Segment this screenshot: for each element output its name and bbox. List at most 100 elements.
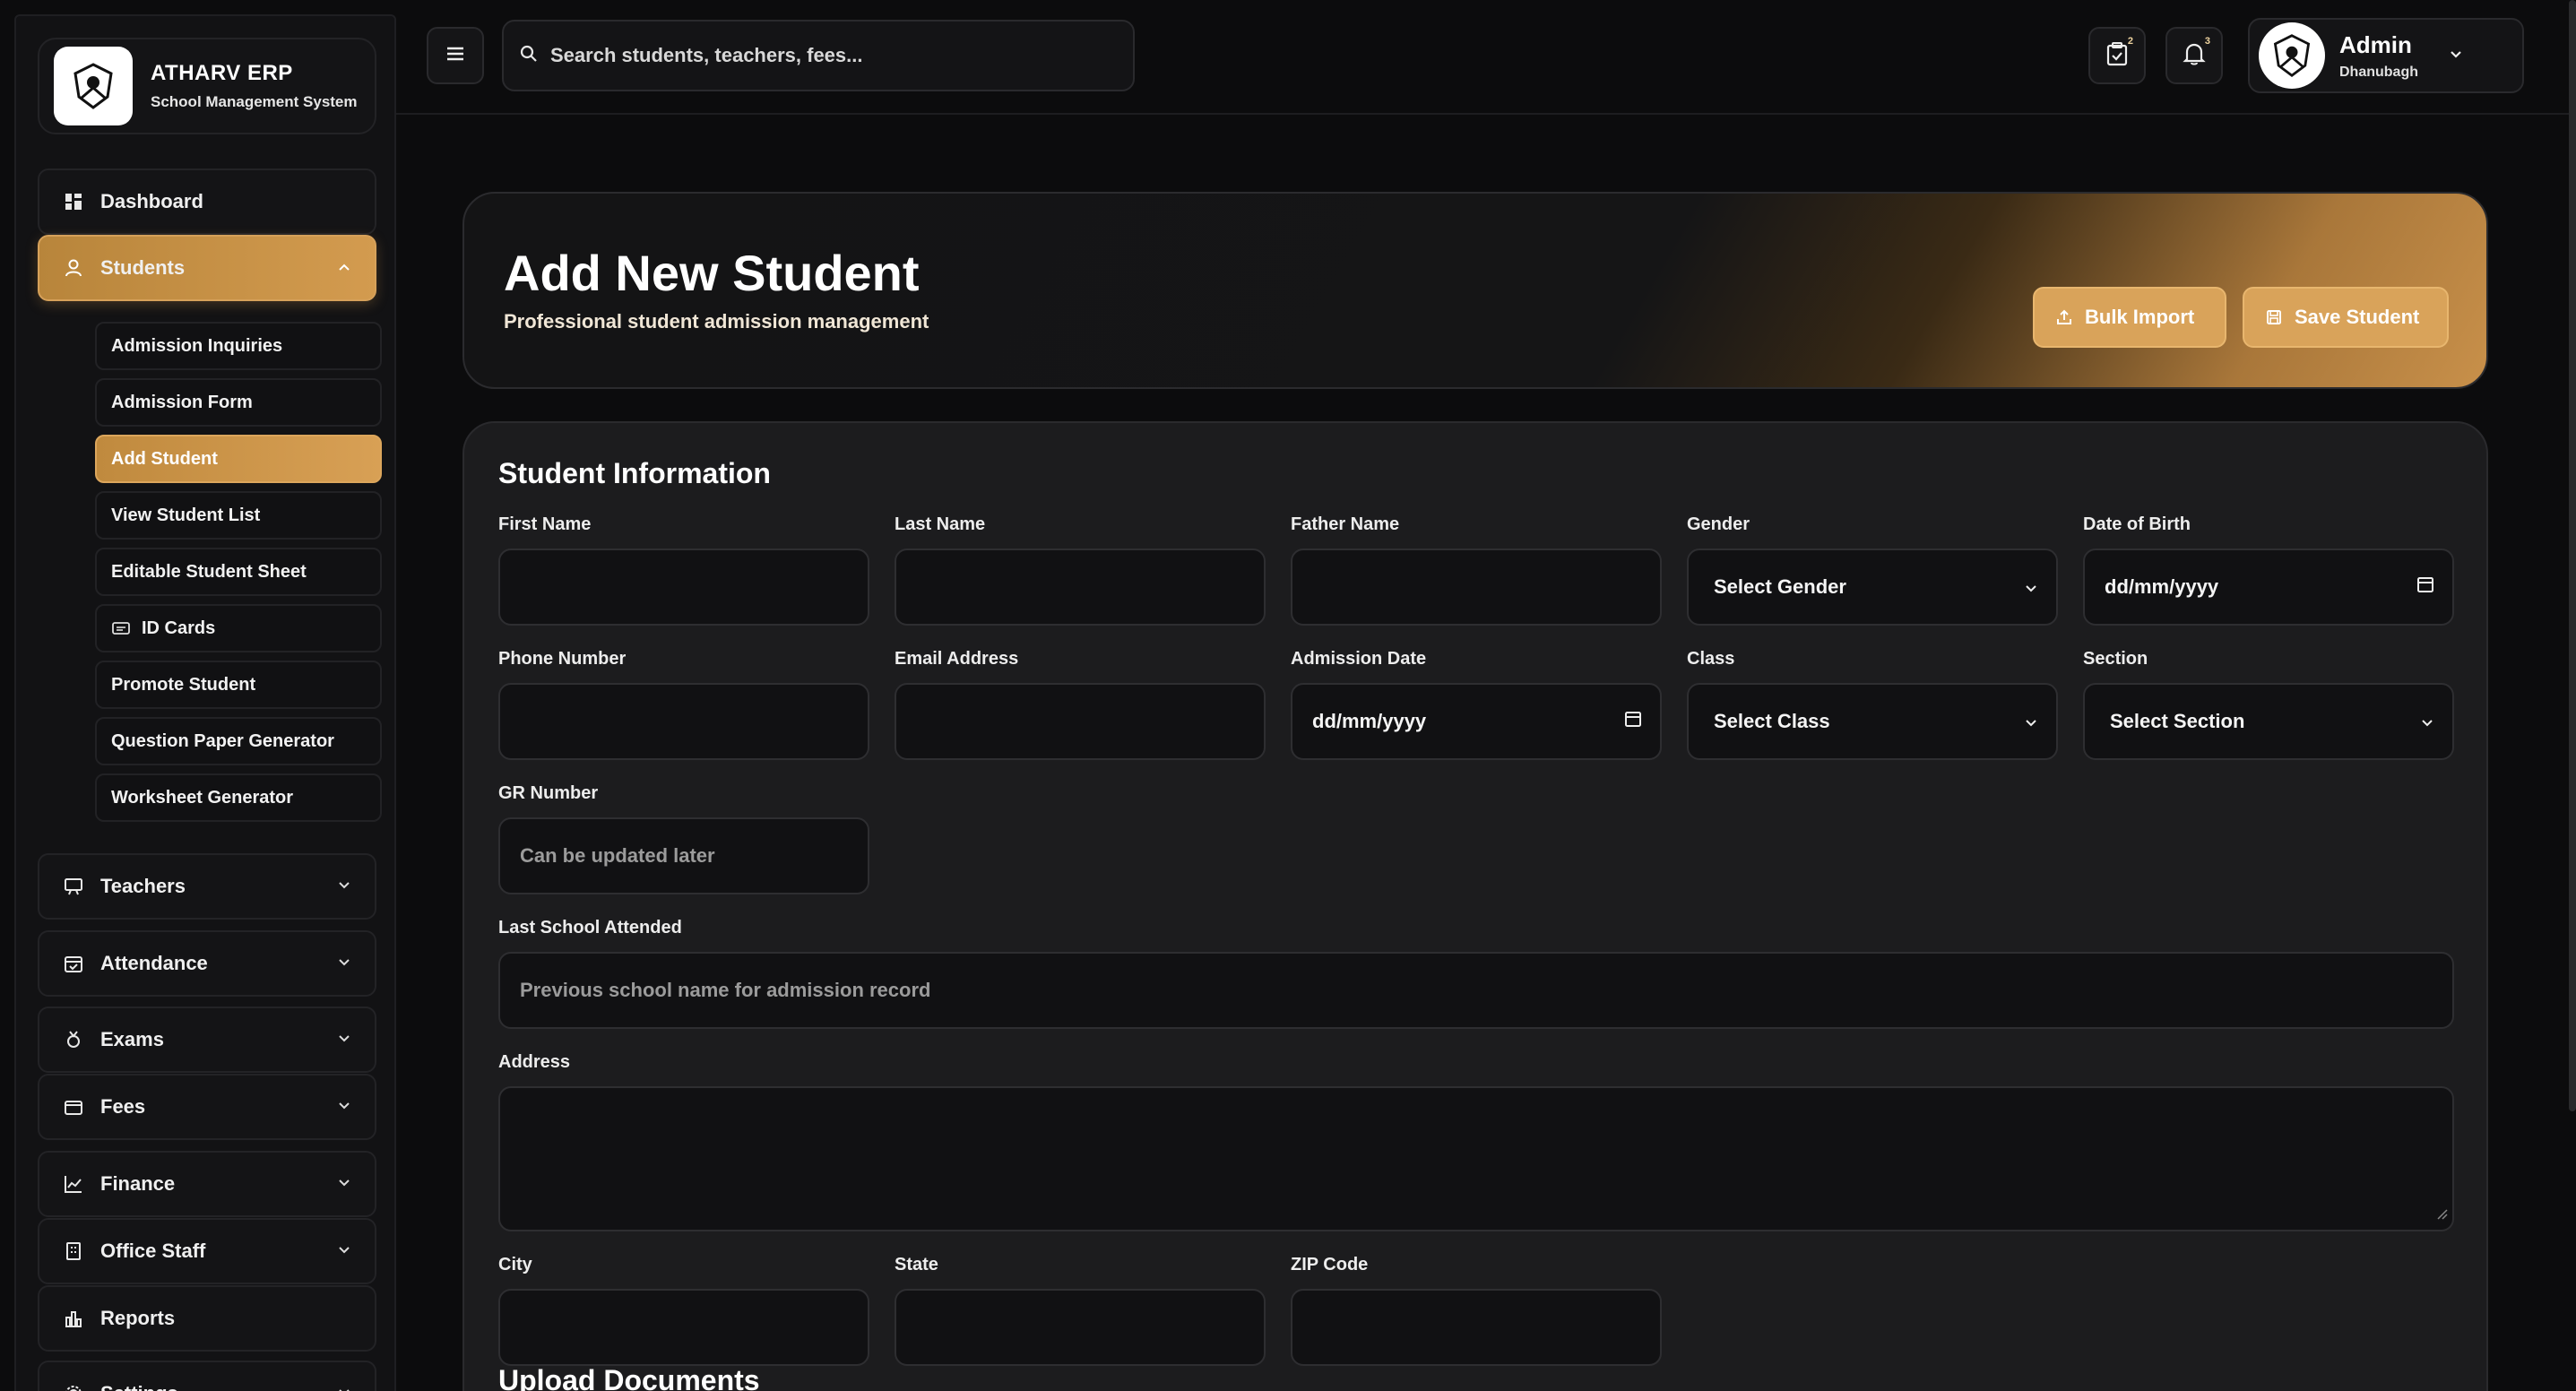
chevron-down-icon xyxy=(337,1243,351,1259)
gr-number-input[interactable]: Can be updated later xyxy=(498,817,869,894)
search-icon xyxy=(520,45,538,67)
label-city: City xyxy=(498,1255,532,1274)
tasks-badge: 2 xyxy=(2127,36,2133,47)
first-name-input[interactable] xyxy=(498,549,869,626)
label-first-name: First Name xyxy=(498,514,592,534)
sub-worksheet-generator[interactable]: Worksheet Generator xyxy=(95,773,382,822)
chevron-down-icon xyxy=(337,1099,351,1115)
bulk-import-button[interactable]: Bulk Import xyxy=(2033,287,2226,348)
brand-title: ATHARV ERP xyxy=(151,61,293,85)
calendar-icon[interactable] xyxy=(1624,710,1642,733)
sub-add-student[interactable]: Add Student xyxy=(95,435,382,483)
notifications-button[interactable]: 3 xyxy=(2165,27,2223,84)
nav-teachers[interactable]: Teachers xyxy=(38,853,376,920)
calendar-check-icon xyxy=(61,951,86,976)
save-icon xyxy=(2264,307,2284,327)
last-school-placeholder: Previous school name for admission recor… xyxy=(520,979,931,1001)
sub-id-cards-label: ID Cards xyxy=(142,618,216,638)
sub-editable-student-sheet[interactable]: Editable Student Sheet xyxy=(95,548,382,596)
bell-icon xyxy=(2183,41,2206,71)
nav-attendance[interactable]: Attendance xyxy=(38,930,376,997)
section-select[interactable]: Select Section xyxy=(2083,683,2454,760)
nav-exams-label: Exams xyxy=(100,1028,164,1050)
nav-fees[interactable]: Fees xyxy=(38,1074,376,1140)
nav-office-staff-label: Office Staff xyxy=(100,1240,206,1262)
state-input[interactable] xyxy=(895,1289,1266,1366)
sub-question-paper-generator[interactable]: Question Paper Generator xyxy=(95,717,382,765)
nav-finance[interactable]: Finance xyxy=(38,1151,376,1217)
nav-exams[interactable]: Exams xyxy=(38,1007,376,1073)
zip-code-input[interactable] xyxy=(1291,1289,1662,1366)
school-logo-icon xyxy=(54,47,133,125)
save-student-button[interactable]: Save Student xyxy=(2243,287,2449,348)
date-of-birth-value: dd/mm/yyyy xyxy=(2105,575,2219,598)
calendar-icon[interactable] xyxy=(2416,575,2434,599)
label-last-school-attended: Last School Attended xyxy=(498,918,682,937)
label-father-name: Father Name xyxy=(1291,514,1400,534)
nav-reports[interactable]: Reports xyxy=(38,1285,376,1352)
search-input[interactable] xyxy=(550,44,1106,67)
nav-students-label: Students xyxy=(100,256,186,279)
search-box[interactable] xyxy=(502,20,1135,91)
sidebar: ATHARV ERP School Management System Dash… xyxy=(14,14,396,1391)
chevron-down-icon xyxy=(2024,575,2038,599)
nav-settings[interactable]: Settings xyxy=(38,1361,376,1391)
phone-number-input[interactable] xyxy=(498,683,869,760)
menu-toggle-button[interactable] xyxy=(427,27,484,84)
label-zip-code: ZIP Code xyxy=(1291,1255,1369,1274)
page-scrollbar[interactable] xyxy=(2569,0,2576,1111)
chevron-down-icon xyxy=(337,1176,351,1192)
label-address: Address xyxy=(498,1052,571,1072)
last-name-input[interactable] xyxy=(895,549,1266,626)
chevron-down-icon xyxy=(2024,710,2038,733)
chevron-down-icon xyxy=(2420,710,2434,733)
user-name: Admin xyxy=(2339,30,2412,58)
nav-attendance-label: Attendance xyxy=(100,952,208,974)
email-address-input[interactable] xyxy=(895,683,1266,760)
last-school-input[interactable]: Previous school name for admission recor… xyxy=(498,952,2454,1029)
label-class: Class xyxy=(1687,649,1735,669)
label-email-address: Email Address xyxy=(895,649,1019,669)
label-date-of-birth: Date of Birth xyxy=(2083,514,2191,534)
label-state: State xyxy=(895,1255,938,1274)
tasks-button[interactable]: 2 xyxy=(2088,27,2146,84)
page-hero: Add New Student Professional student adm… xyxy=(462,192,2488,389)
building-icon xyxy=(61,1239,86,1264)
nav-reports-label: Reports xyxy=(100,1307,176,1329)
sub-admission-inquiries[interactable]: Admission Inquiries xyxy=(95,322,382,370)
line-chart-icon xyxy=(61,1171,86,1197)
admission-date-value: dd/mm/yyyy xyxy=(1312,710,1427,732)
gender-select[interactable]: Select Gender xyxy=(1687,549,2058,626)
app-root: ATHARV ERP School Management System Dash… xyxy=(0,0,2576,1391)
father-name-input[interactable] xyxy=(1291,549,1662,626)
nav-students[interactable]: Students xyxy=(38,235,376,301)
label-admission-date: Admission Date xyxy=(1291,649,1427,669)
sub-id-cards[interactable]: ID Cards xyxy=(95,604,382,652)
gear-icon xyxy=(61,1381,86,1391)
city-input[interactable] xyxy=(498,1289,869,1366)
avatar xyxy=(2259,22,2325,89)
sub-promote-student[interactable]: Promote Student xyxy=(95,661,382,709)
date-of-birth-input[interactable]: dd/mm/yyyy xyxy=(2083,549,2454,626)
notifications-badge: 3 xyxy=(2204,36,2210,47)
resize-handle-icon[interactable] xyxy=(2436,1203,2449,1226)
nav-office-staff[interactable]: Office Staff xyxy=(38,1218,376,1284)
medal-icon xyxy=(61,1027,86,1052)
label-last-name: Last Name xyxy=(895,514,986,534)
chevron-down-icon xyxy=(2449,48,2463,64)
address-textarea[interactable] xyxy=(498,1086,2454,1231)
chevron-down-icon xyxy=(337,955,351,972)
nav-dashboard[interactable]: Dashboard xyxy=(38,168,376,235)
page-subtitle: Professional student admission managemen… xyxy=(504,310,929,333)
sub-admission-form[interactable]: Admission Form xyxy=(95,378,382,427)
user-icon xyxy=(61,255,86,281)
label-section: Section xyxy=(2083,649,2148,669)
id-card-icon xyxy=(111,618,131,638)
sub-view-student-list[interactable]: View Student List xyxy=(95,491,382,540)
chevron-down-icon xyxy=(337,1386,351,1391)
gender-select-value: Select Gender xyxy=(1714,575,1846,598)
class-select[interactable]: Select Class xyxy=(1687,683,2058,760)
admission-date-input[interactable]: dd/mm/yyyy xyxy=(1291,683,1662,760)
user-menu[interactable]: Admin Dhanubagh xyxy=(2248,18,2524,93)
brand-card[interactable]: ATHARV ERP School Management System xyxy=(38,38,376,134)
